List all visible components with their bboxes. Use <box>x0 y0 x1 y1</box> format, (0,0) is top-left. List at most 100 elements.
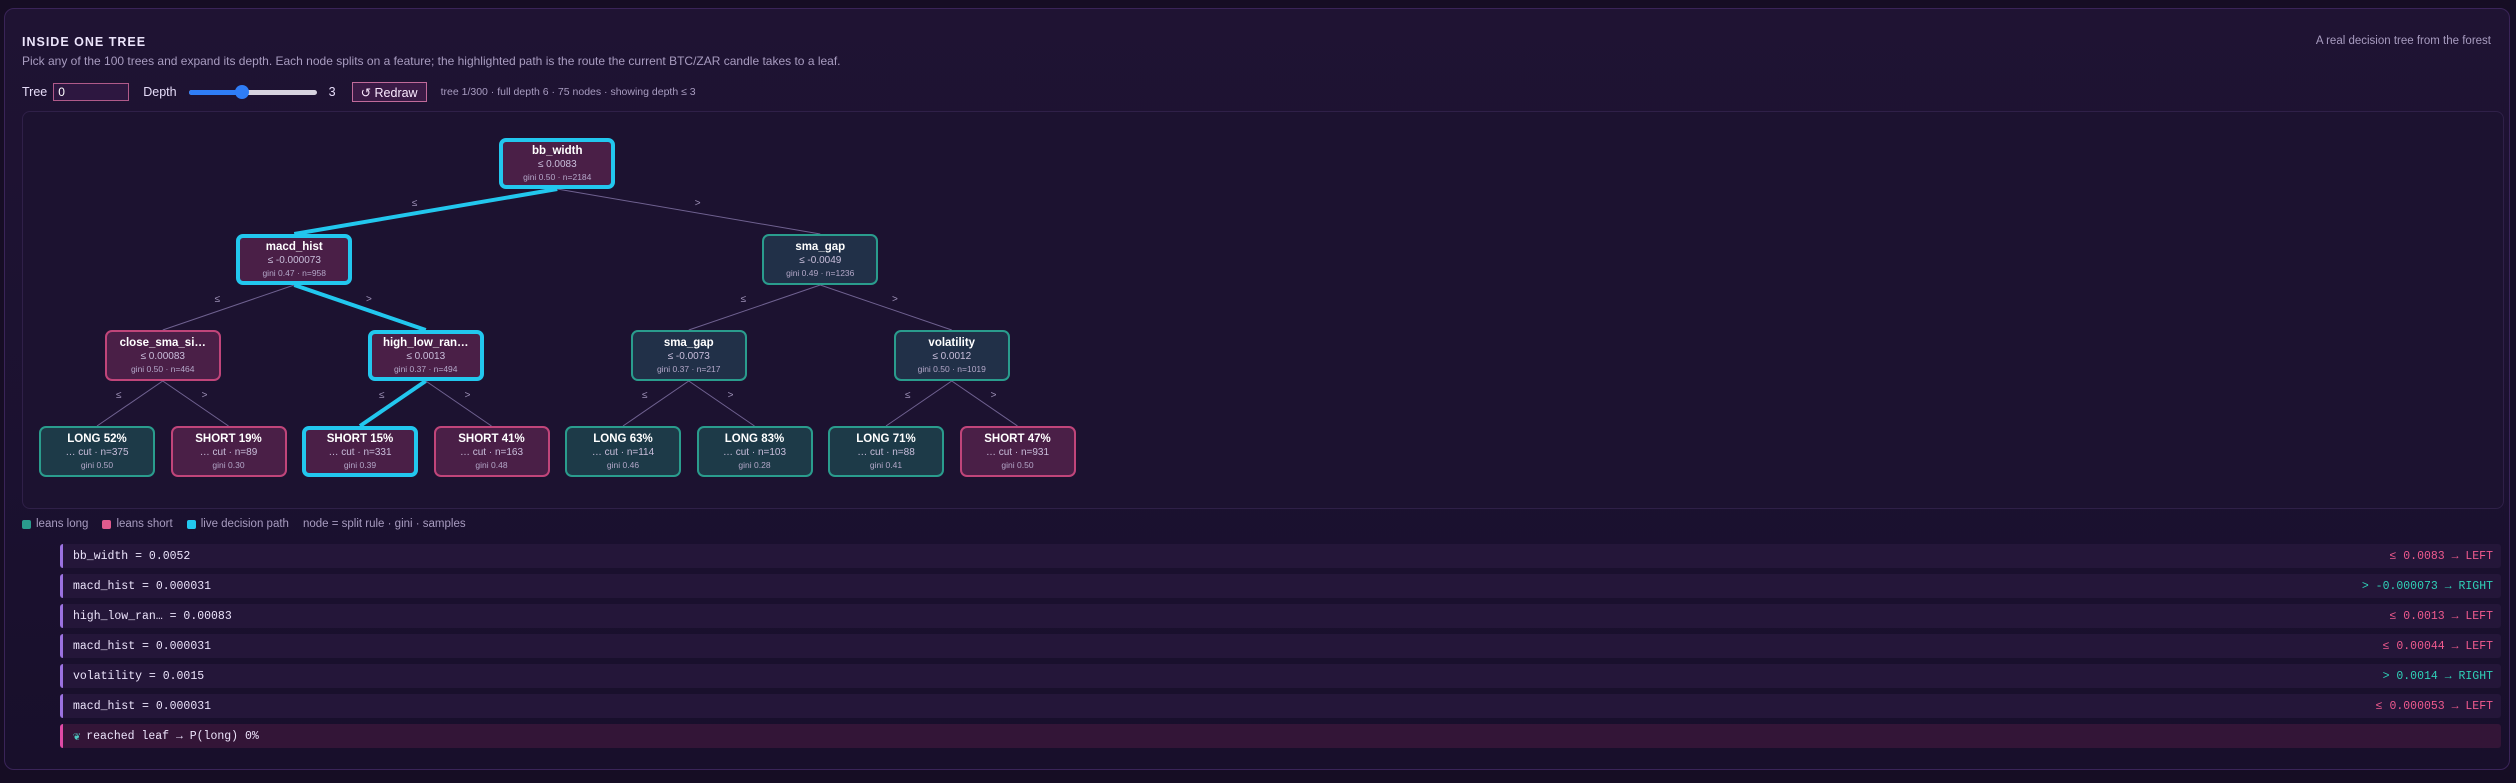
node-title: close_sma_si… <box>119 337 206 349</box>
edge-label-gt: > <box>892 293 898 305</box>
tree-edge <box>951 380 1018 427</box>
tree-leaf[interactable]: SHORT 15% … cut · n=331 gini 0.39 <box>302 426 418 477</box>
node-rule: ≤ -0.0073 <box>667 351 710 362</box>
tree-edge <box>96 380 164 427</box>
tree-node[interactable]: close_sma_si… ≤ 0.00083 gini 0.50 · n=464 <box>104 330 221 381</box>
step-feature: macd_hist = 0.000031 <box>73 639 212 653</box>
tree-leaf[interactable]: SHORT 41% … cut · n=163 gini 0.48 <box>433 426 550 477</box>
right-note: A real decision tree from the forest <box>2315 35 2491 47</box>
node-rule: … cut · n=88 <box>857 447 915 458</box>
tree-node[interactable]: high_low_ran… ≤ 0.0013 gini 0.37 · n=494 <box>367 330 484 381</box>
legend-long-swatch <box>22 519 31 529</box>
tree-canvas: ≤ > ≤ > ≤ > ≤ > ≤ > ≤ > ≤ > bb_width ≤ 0.0083 gini 0.50 … <box>22 111 2504 509</box>
leaf-icon: ❦ <box>73 729 81 744</box>
path-edge <box>293 187 558 236</box>
path-edge <box>293 283 427 332</box>
tree-label: Tree <box>22 85 48 99</box>
depth-slider[interactable] <box>188 83 317 101</box>
legend-long: leans long <box>22 518 88 530</box>
depth-slider-fill <box>188 90 243 95</box>
step-decision: ≤ 0.000053 → LEFT <box>2375 699 2493 713</box>
section-subtitle: Pick any of the 100 trees and expand its… <box>22 54 841 68</box>
step-decision: ≤ 0.00044 → LEFT <box>2382 639 2493 653</box>
tree-leaf[interactable]: LONG 63% … cut · n=114 gini 0.46 <box>565 426 681 477</box>
leaf-result: ❦ reached leaf → P(long) 0% <box>60 724 2501 748</box>
tree-edge <box>688 380 755 427</box>
decision-step: macd_hist = 0.000031 > -0.000073 → RIGHT <box>60 574 2501 598</box>
tree-node[interactable]: macd_hist ≤ -0.000073 gini 0.47 · n=958 <box>236 234 353 285</box>
path-edge <box>358 379 427 428</box>
node-rule: ≤ 0.0012 <box>932 351 972 362</box>
tree-node[interactable]: volatility ≤ 0.0012 gini 0.50 · n=1019 <box>893 330 1010 381</box>
tree-node[interactable]: bb_width ≤ 0.0083 gini 0.50 · n=2184 <box>499 138 616 189</box>
tree-leaf[interactable]: LONG 83% … cut · n=103 gini 0.28 <box>696 426 813 477</box>
tree-leaf[interactable]: LONG 52% … cut · n=375 gini 0.50 <box>39 426 155 477</box>
edge-label-le: ≤ <box>115 389 122 401</box>
node-stats: gini 0.37 · n=494 <box>393 364 458 374</box>
step-feature: volatility = 0.0015 <box>73 669 205 683</box>
legend-path-swatch <box>186 519 196 529</box>
node-stats: gini 0.50 · n=2184 <box>523 172 592 182</box>
tree-node[interactable]: sma_gap ≤ -0.0049 gini 0.49 · n=1236 <box>762 234 879 285</box>
node-stats: gini 0.46 <box>606 460 640 470</box>
node-stats: gini 0.30 <box>212 460 245 470</box>
depth-value: 3 <box>328 85 336 99</box>
node-rule: ≤ 0.00083 <box>140 351 185 362</box>
decision-step: macd_hist = 0.000031 ≤ 0.000053 → LEFT <box>60 694 2501 718</box>
legend-path-label: live decision path <box>200 518 289 530</box>
tree-edge <box>820 284 952 331</box>
node-stats: gini 0.50 <box>80 460 114 470</box>
step-decision: ≤ 0.0013 → LEFT <box>2389 609 2493 623</box>
node-title: volatility <box>928 337 976 349</box>
edge-label-le: ≤ <box>641 389 648 401</box>
step-feature: macd_hist = 0.000031 <box>73 699 212 713</box>
node-stats: gini 0.47 · n=958 <box>262 268 327 278</box>
node-stats: gini 0.50 · n=464 <box>130 364 195 374</box>
node-title: high_low_ran… <box>382 337 469 349</box>
step-decision: > 0.0014 → RIGHT <box>2382 669 2493 683</box>
legend-note: node = split rule · gini · samples <box>302 518 466 530</box>
edge-label-le: ≤ <box>904 389 911 401</box>
legend-path: live decision path <box>186 518 289 530</box>
decision-step: macd_hist = 0.000031 ≤ 0.00044 → LEFT <box>60 634 2501 658</box>
tree-edge <box>688 284 821 331</box>
step-feature: macd_hist = 0.000031 <box>73 579 212 593</box>
edge-label-le: ≤ <box>411 197 418 209</box>
tree-index-input[interactable] <box>53 83 130 101</box>
node-rule: … cut · n=163 <box>459 447 524 458</box>
node-stats: gini 0.48 <box>475 460 508 470</box>
edge-label-gt: > <box>727 389 734 401</box>
node-title: LONG 63% <box>593 433 653 445</box>
tree-leaf[interactable]: SHORT 47% … cut · n=931 gini 0.50 <box>959 426 1076 477</box>
node-title: SHORT 41% <box>458 433 525 445</box>
node-stats: gini 0.28 <box>738 460 771 470</box>
legend-short-label: leans short <box>116 518 173 530</box>
legend-short-swatch <box>102 519 112 529</box>
tree-info: tree 1/300 · full depth 6 · 75 nodes · s… <box>440 86 696 98</box>
tree-panel: INSIDE ONE TREE Pick any of the 100 tree… <box>4 8 2510 770</box>
node-rule: … cut · n=114 <box>591 447 655 458</box>
node-stats: gini 0.37 · n=217 <box>656 364 721 374</box>
tree-leaf[interactable]: SHORT 19% … cut · n=89 gini 0.30 <box>170 426 287 477</box>
redraw-button[interactable]: ↺ Redraw <box>351 82 427 102</box>
tree-node[interactable]: sma_gap ≤ -0.0073 gini 0.37 · n=217 <box>630 330 747 381</box>
section-title: INSIDE ONE TREE <box>22 35 147 49</box>
step-decision: ≤ 0.0083 → LEFT <box>2389 549 2493 563</box>
decision-steps: bb_width = 0.0052 ≤ 0.0083 → LEFT macd_hi… <box>60 544 2501 754</box>
node-rule: … cut · n=331 <box>328 447 392 458</box>
legend: leans long leans short live decision pat… <box>22 518 480 530</box>
depth-label: Depth <box>143 85 177 99</box>
decision-step: volatility = 0.0015 > 0.0014 → RIGHT <box>60 664 2501 688</box>
node-stats: gini 0.39 <box>343 460 377 470</box>
tree-controls: Tree Depth 3 ↺ Redraw tree 1/300 · full … <box>22 81 696 103</box>
node-rule: … cut · n=375 <box>65 447 129 458</box>
tree-edge <box>162 284 295 331</box>
decision-step: bb_width = 0.0052 ≤ 0.0083 → LEFT <box>60 544 2501 568</box>
node-title: sma_gap <box>663 337 714 349</box>
edge-label-le: ≤ <box>214 293 221 305</box>
depth-slider-thumb[interactable] <box>235 85 250 99</box>
tree-leaf[interactable]: LONG 71% … cut · n=88 gini 0.41 <box>828 426 944 477</box>
tree-edge <box>162 380 229 427</box>
node-title: SHORT 19% <box>195 433 262 445</box>
legend-short: leans short <box>102 518 173 530</box>
